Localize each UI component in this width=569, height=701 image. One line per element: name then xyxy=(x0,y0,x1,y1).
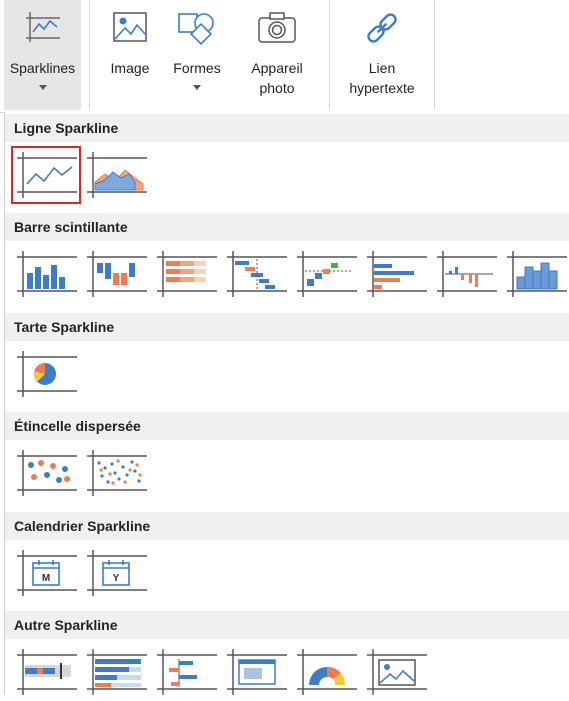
section-header-bar: Barre scintillante xyxy=(5,213,569,241)
image-label: Image xyxy=(110,60,150,76)
scatter-dense-sparkline-option[interactable] xyxy=(81,444,151,502)
winloss-sparkline-option[interactable] xyxy=(81,245,151,303)
chevron-down-icon xyxy=(38,85,47,90)
month-letter: M xyxy=(42,573,50,584)
picture-sparkline-option[interactable] xyxy=(361,643,431,701)
section-header-scatter: Étincelle dispersée xyxy=(5,412,569,440)
sparklines-label: Sparklines xyxy=(9,60,76,76)
pareto-sparkline-option[interactable] xyxy=(291,245,361,303)
insert-ribbon: Sparklines Image Formes Appareil photo L… xyxy=(0,0,569,113)
area-sparkline-option[interactable] xyxy=(81,146,151,204)
image-button[interactable]: Image xyxy=(96,0,164,110)
sparklines-button[interactable]: Sparklines xyxy=(4,0,81,110)
column-sparkline-option[interactable] xyxy=(11,245,81,303)
bullet-bar-sparkline-option[interactable] xyxy=(361,245,431,303)
camera-label-line1: Appareil xyxy=(251,60,303,76)
ribbon-divider xyxy=(89,0,90,110)
shapes-label: Formes xyxy=(173,60,221,76)
year-calendar-sparkline-option[interactable]: Y xyxy=(81,544,151,602)
scatter-sparkline-option[interactable] xyxy=(11,444,81,502)
hyperlink-label-line2: hypertexte xyxy=(349,80,415,96)
camera-label: Appareil photo xyxy=(240,58,314,98)
hyperlink-label: Lien hypertexte xyxy=(336,58,428,98)
sparkline-gallery: Ligne Sparkline Barre scintillante Tarte… xyxy=(4,112,569,695)
section-header-pie: Tarte Sparkline xyxy=(5,313,569,341)
section-header-line: Ligne Sparkline xyxy=(5,114,569,142)
section-header-calendar: Calendrier Sparkline xyxy=(5,512,569,540)
bullet-sparkline-option[interactable] xyxy=(11,643,81,701)
sparkline-icon xyxy=(25,10,61,47)
image-sparkline-option[interactable] xyxy=(221,643,291,701)
line-sparkline-option[interactable] xyxy=(11,146,81,204)
image-icon xyxy=(112,10,148,47)
spread-sparkline-option[interactable] xyxy=(81,643,151,701)
hyperlink-button[interactable]: Lien hypertexte xyxy=(336,0,428,110)
year-letter: Y xyxy=(113,573,120,584)
camera-icon xyxy=(257,10,297,47)
section-header-other: Autre Sparkline xyxy=(5,611,569,639)
stacked-sparkline-option[interactable] xyxy=(151,245,221,303)
shapes-button[interactable]: Formes xyxy=(166,0,228,110)
histogram-sparkline-option[interactable] xyxy=(501,245,569,303)
ribbon-divider xyxy=(329,0,330,110)
vari-sparkline-option[interactable] xyxy=(431,245,501,303)
cascade-sparkline-option[interactable] xyxy=(221,245,291,303)
shapes-icon xyxy=(177,10,217,49)
ribbon-divider xyxy=(434,0,435,110)
camera-label-line2: photo xyxy=(259,80,295,96)
pie-sparkline-option[interactable] xyxy=(11,345,81,403)
link-icon xyxy=(364,10,400,49)
camera-button[interactable]: Appareil photo xyxy=(240,0,314,110)
gauge-sparkline-option[interactable] xyxy=(291,643,361,701)
hyperlink-label-line1: Lien xyxy=(368,60,396,76)
hbar-sparkline-option[interactable] xyxy=(151,643,221,701)
chevron-down-icon xyxy=(193,85,201,90)
month-calendar-sparkline-option[interactable]: M xyxy=(11,544,81,602)
